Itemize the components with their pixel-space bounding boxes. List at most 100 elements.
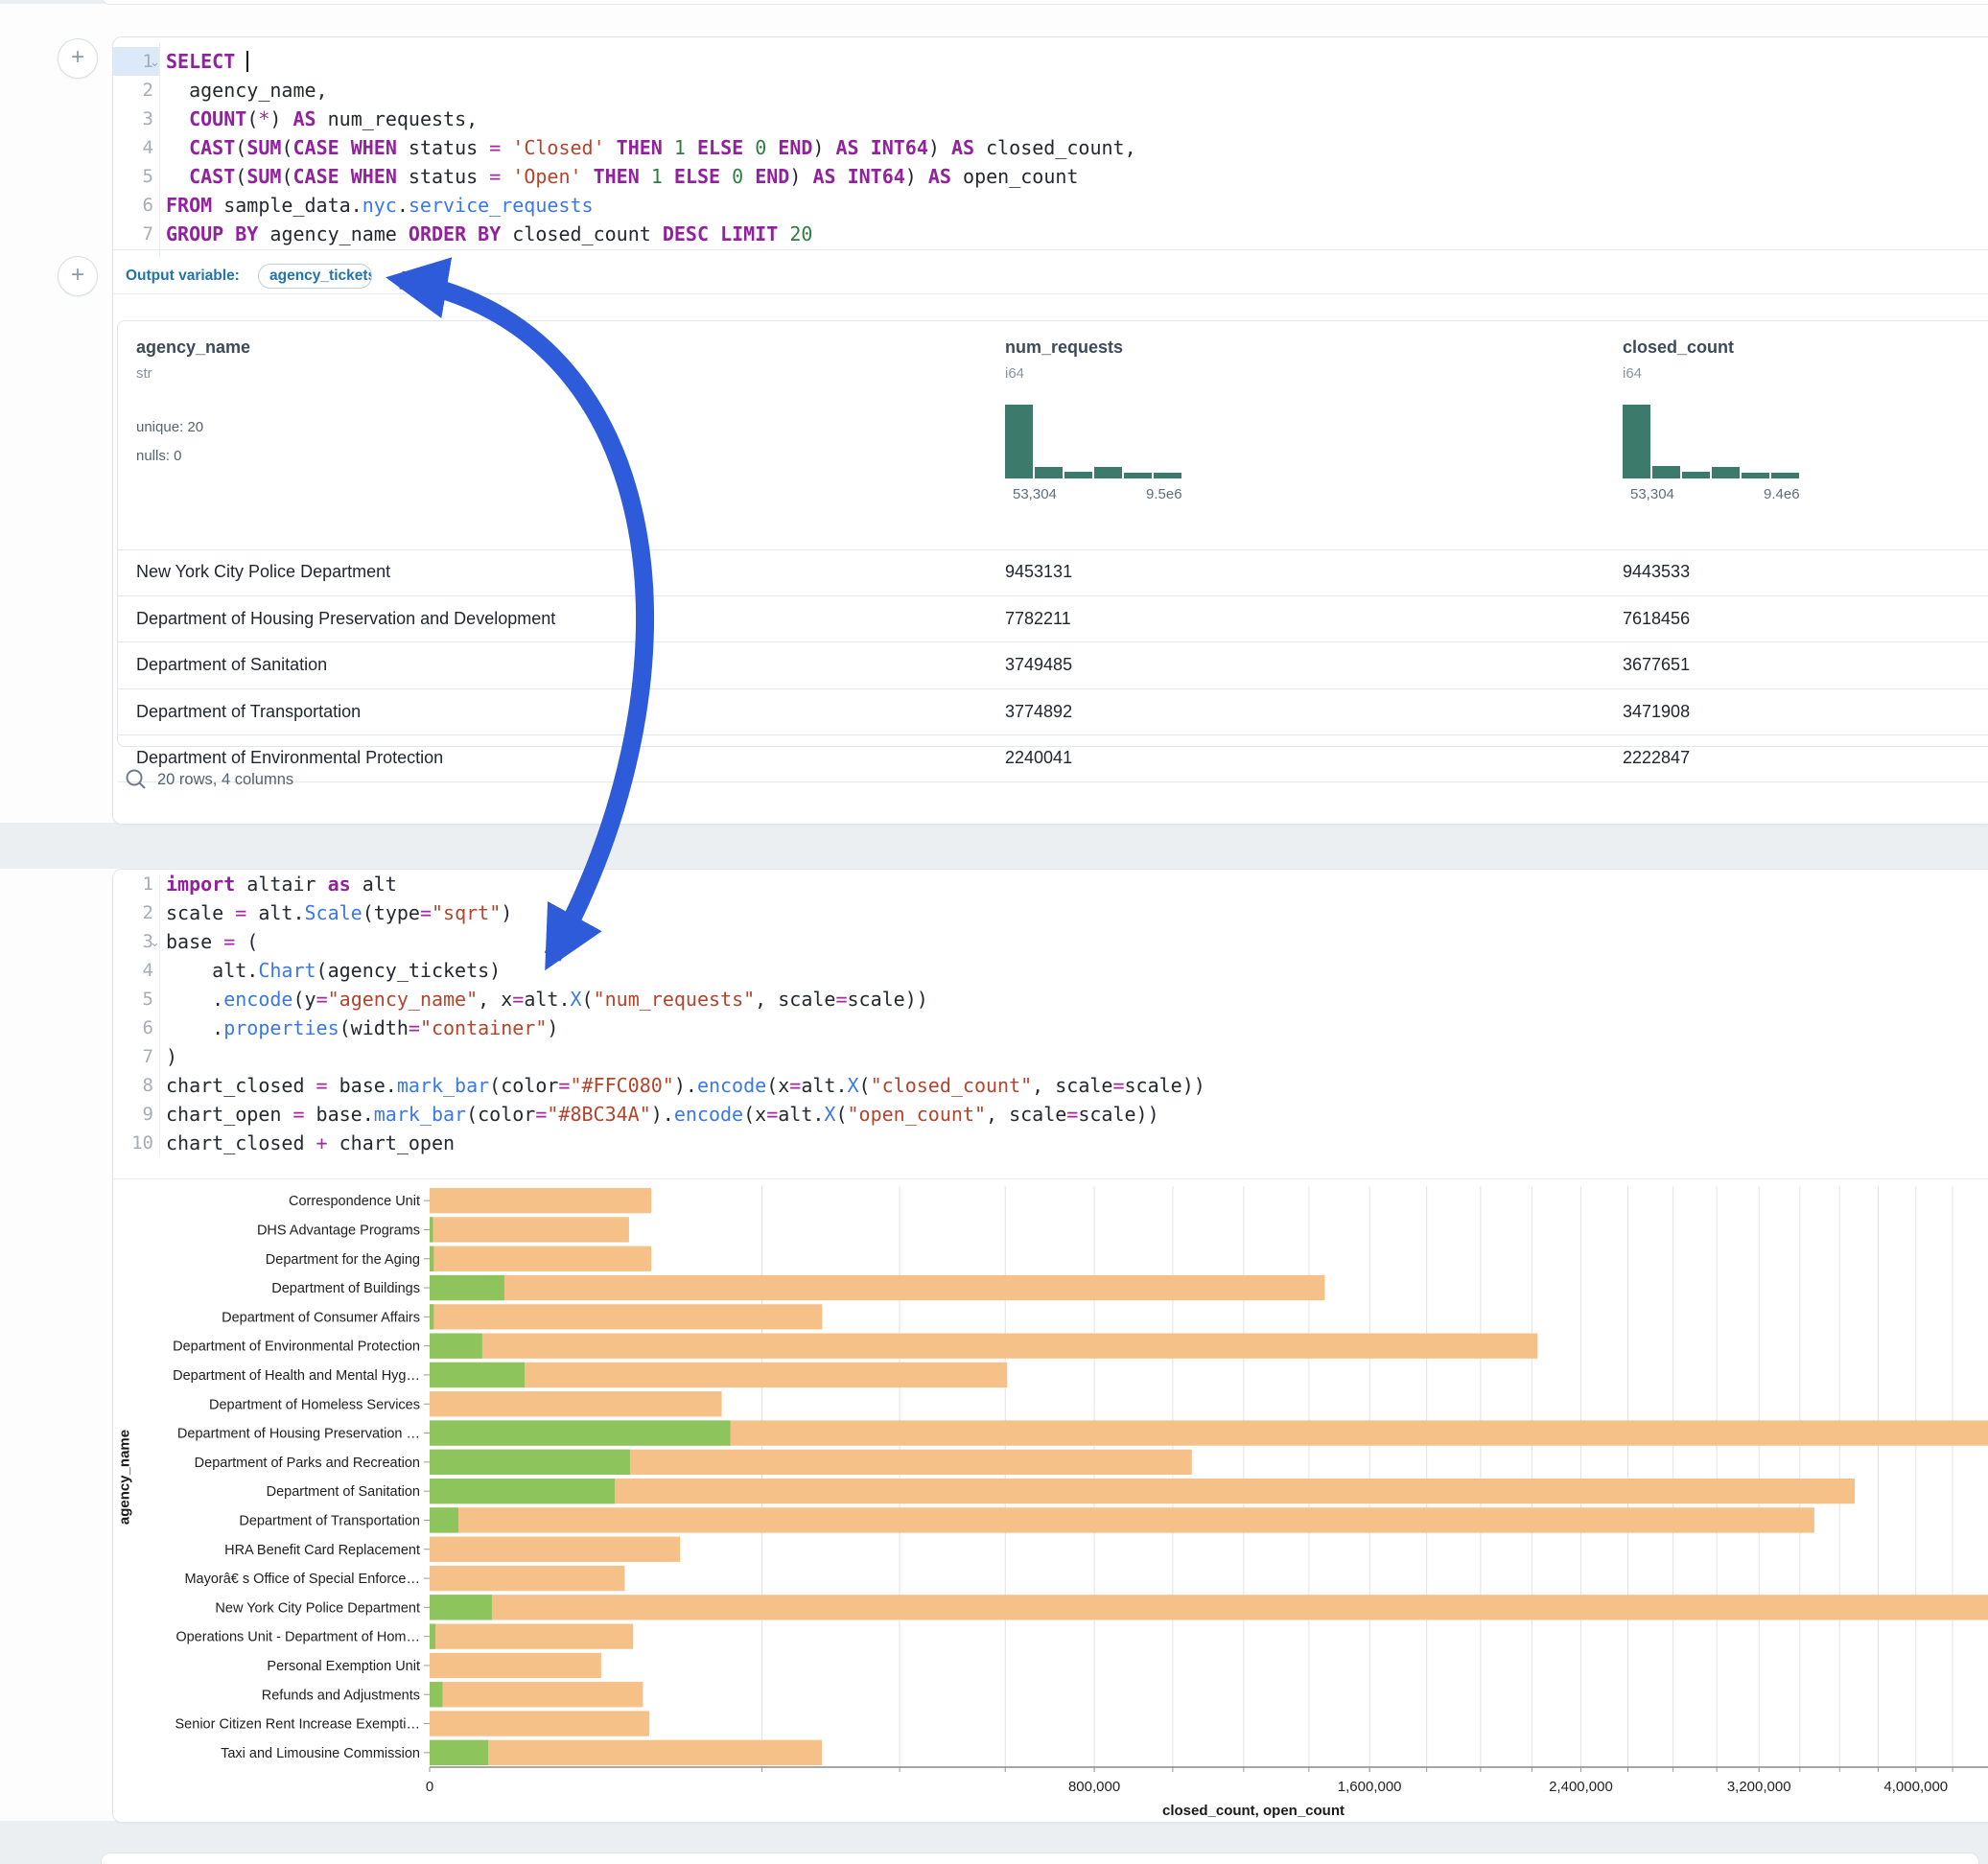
cell-num-requests: 9453131 — [1005, 562, 1072, 582]
code-line[interactable]: GROUP BY agency_name ORDER BY closed_cou… — [166, 220, 812, 248]
line-number: 10 — [104, 1129, 153, 1157]
histogram-bar — [1035, 467, 1063, 478]
cell-closed-count: 2222847 — [1623, 748, 1690, 768]
fold-chevron-icon[interactable]: ⌄ — [150, 927, 160, 956]
bar-closed — [430, 1507, 1814, 1532]
bar-closed — [430, 1653, 601, 1678]
altair-bar-chart: Correspondence UnitDHS Advantage Program… — [0, 1175, 1988, 1807]
code-line[interactable]: chart_open = base.mark_bar(color="#8BC34… — [166, 1100, 1159, 1129]
bar-closed — [430, 1275, 1324, 1300]
bar-open — [430, 1479, 615, 1503]
add-cell-button-output[interactable]: + — [58, 256, 98, 296]
histogram-bar — [1712, 467, 1740, 478]
bar-closed — [430, 1391, 722, 1416]
y-axis-label: Department of Consumer Affairs — [222, 1310, 420, 1325]
hist-min-label-closed: 53,304 — [1630, 486, 1674, 502]
output-variable-value: agency_tickets — [269, 268, 372, 284]
code-line[interactable]: chart_closed + chart_open — [166, 1129, 455, 1157]
code-line[interactable]: agency_name, — [166, 76, 328, 105]
python-code-editor[interactable]: 1import altair as alt2scale = alt.Scale(… — [113, 870, 1988, 1157]
y-axis-label: Senior Citizen Rent Increase Exempti… — [175, 1717, 420, 1733]
bar-closed — [430, 1624, 633, 1649]
bar-open — [430, 1740, 488, 1765]
add-cell-button-top[interactable]: + — [58, 38, 98, 79]
column-header-agency-name[interactable]: agency_name — [136, 338, 250, 358]
code-line[interactable]: .encode(y="agency_name", x=alt.X("num_re… — [166, 985, 928, 1014]
cell-closed-count: 9443533 — [1623, 562, 1690, 582]
code-line[interactable]: CAST(SUM(CASE WHEN status = 'Closed' THE… — [166, 133, 1136, 162]
line-number: 4 — [104, 956, 153, 985]
table-row: Department of Transportation377489234719… — [118, 689, 1988, 736]
histogram-bar — [1652, 466, 1680, 478]
x-tick-label: 3,200,000 — [1727, 1779, 1791, 1795]
bar-closed — [430, 1595, 1988, 1619]
histogram-bar — [1124, 473, 1152, 478]
line-number: 8 — [104, 1071, 153, 1100]
y-axis-label: New York City Police Department — [215, 1600, 420, 1616]
line-number: 5 — [104, 162, 153, 191]
table-dimensions-text: 20 rows, 4 columns — [157, 771, 293, 789]
histogram-bar — [1005, 405, 1033, 478]
bar-closed — [430, 1566, 624, 1591]
line-number: 2 — [104, 898, 153, 927]
code-line[interactable]: ) — [166, 1042, 177, 1071]
x-tick-label: 0 — [426, 1779, 433, 1795]
sql-cell: 1⌄SELECT 2 agency_name,3 COUNT(*) AS num… — [112, 36, 1988, 825]
code-line[interactable]: chart_closed = base.mark_bar(color="#FFC… — [166, 1071, 1205, 1100]
line-number: 9 — [104, 1100, 153, 1129]
line-number: 1 — [104, 870, 153, 898]
code-line[interactable]: alt.Chart(agency_tickets) — [166, 956, 501, 985]
line-number: 7 — [104, 1042, 153, 1071]
code-line[interactable]: FROM sample_data.nyc.service_requests — [166, 191, 594, 220]
output-variable-pill[interactable]: agency_tickets — [258, 264, 372, 289]
column-unique-stat: unique: 20 — [136, 419, 203, 435]
y-axis-label: Refunds and Adjustments — [262, 1688, 420, 1703]
notebook-page: + + 1⌄SELECT 2 agency_name,3 COUNT(*) AS… — [0, 0, 1988, 1864]
cell-closed-count: 3471908 — [1623, 702, 1690, 722]
table-search-button[interactable] — [124, 767, 149, 792]
bar-open — [430, 1682, 442, 1707]
code-line[interactable]: COUNT(*) AS num_requests, — [166, 105, 478, 133]
bar-closed — [430, 1304, 822, 1329]
text-cursor — [246, 51, 248, 72]
y-axis-label: Taxi and Limousine Commission — [221, 1746, 420, 1761]
code-line[interactable]: import altair as alt — [166, 870, 397, 898]
bar-closed — [430, 1217, 629, 1242]
y-axis-label: DHS Advantage Programs — [257, 1223, 420, 1238]
column-header-num-requests[interactable]: num_requests — [1005, 338, 1123, 358]
y-axis-label: Department of Parks and Recreation — [195, 1456, 420, 1471]
search-icon — [124, 767, 149, 792]
histogram-bar — [1064, 472, 1092, 478]
x-tick-label: 4,000,000 — [1883, 1779, 1948, 1795]
code-line[interactable]: SELECT — [166, 47, 248, 76]
sql-code-editor[interactable]: 1⌄SELECT 2 agency_name,3 COUNT(*) AS num… — [113, 37, 1988, 260]
next-cell-edge — [101, 1852, 1979, 1864]
bar-closed — [430, 1188, 651, 1213]
y-axis-label: Department of Health and Mental Hyg… — [173, 1368, 420, 1384]
code-line[interactable]: .properties(width="container") — [166, 1014, 558, 1042]
line-number: 6 — [104, 1014, 153, 1042]
y-axis-label: Personal Exemption Unit — [267, 1659, 420, 1674]
cell-agency-name: Department of Environmental Protection — [136, 748, 443, 768]
column-type-closed-count: i64 — [1623, 365, 1642, 382]
code-line[interactable]: CAST(SUM(CASE WHEN status = 'Open' THEN … — [166, 162, 1078, 191]
line-number: 1 — [104, 47, 153, 76]
fold-chevron-icon[interactable]: ⌄ — [150, 47, 160, 76]
histogram-bar — [1682, 472, 1710, 478]
bar-open — [430, 1595, 492, 1619]
x-axis-title: closed_count, open_count — [1148, 1803, 1359, 1819]
bar-open — [430, 1275, 504, 1300]
column-type-num-requests: i64 — [1005, 365, 1024, 382]
column-header-closed-count[interactable]: closed_count — [1623, 338, 1734, 358]
column-type-agency-name: str — [136, 365, 152, 382]
code-line[interactable]: scale = alt.Scale(type="sqrt") — [166, 898, 512, 927]
histogram-bar — [1154, 473, 1181, 478]
code-line[interactable]: base = ( — [166, 927, 258, 956]
line-number: 7 — [104, 220, 153, 248]
bar-closed — [430, 1247, 651, 1271]
line-number: 4 — [104, 133, 153, 162]
histogram-bar — [1742, 473, 1769, 478]
closed-count-histogram — [1623, 405, 1801, 478]
line-number: 3 — [104, 105, 153, 133]
bar-open — [430, 1507, 458, 1532]
